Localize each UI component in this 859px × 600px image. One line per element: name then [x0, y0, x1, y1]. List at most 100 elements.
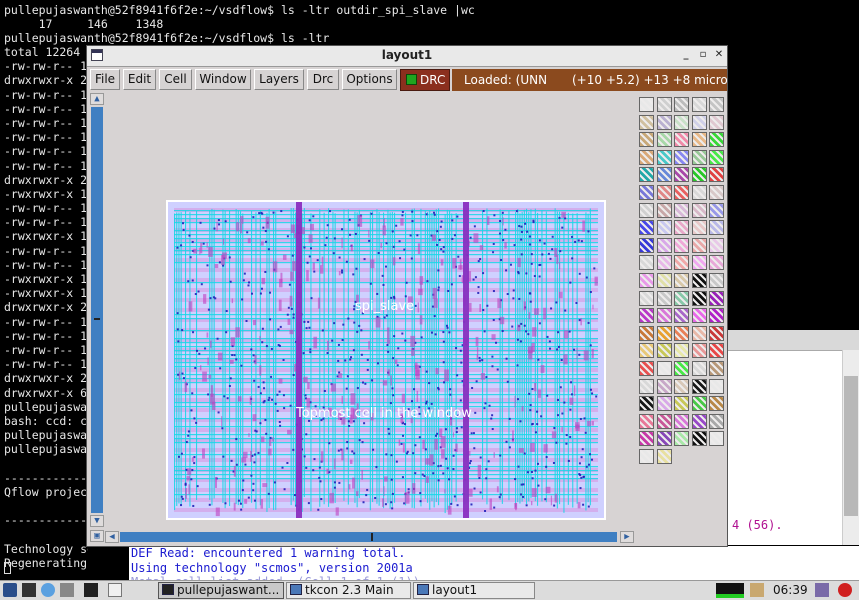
- layer-swatch[interactable]: [691, 308, 707, 324]
- layer-swatch[interactable]: [639, 361, 654, 376]
- layer-swatch[interactable]: [691, 290, 707, 306]
- layer-swatch[interactable]: [656, 237, 672, 253]
- layer-swatch[interactable]: [656, 185, 672, 200]
- layer-swatch[interactable]: [709, 185, 724, 200]
- layer-swatch[interactable]: [691, 431, 707, 447]
- layer-swatch[interactable]: [674, 132, 689, 148]
- file-manager-icon[interactable]: [60, 583, 74, 597]
- layer-swatch[interactable]: [674, 308, 689, 324]
- layer-swatch[interactable]: [639, 97, 654, 112]
- layer-swatch[interactable]: [709, 325, 724, 341]
- layer-swatch[interactable]: [709, 396, 724, 412]
- layer-swatch[interactable]: [674, 237, 689, 253]
- background-window-titlebar[interactable]: [728, 330, 859, 351]
- layer-swatch[interactable]: [656, 343, 672, 359]
- layer-swatch[interactable]: [691, 185, 707, 200]
- layer-swatch[interactable]: [639, 114, 654, 130]
- layer-swatch[interactable]: [639, 449, 654, 464]
- layout-canvas[interactable]: spi_slave Topmost cell in the window: [105, 93, 637, 530]
- scroll-right-arrow-icon[interactable]: ▶: [620, 531, 634, 543]
- layer-swatch[interactable]: [691, 361, 707, 376]
- show-desktop-icon[interactable]: [22, 583, 36, 597]
- vertical-scroll-track[interactable]: [91, 107, 103, 513]
- layer-swatch[interactable]: [674, 255, 689, 271]
- zoom-box-icon[interactable]: ▣: [90, 530, 104, 542]
- tkcon-console[interactable]: DEF Read: encountered 1 warning total. U…: [129, 546, 859, 589]
- layer-swatch[interactable]: [674, 343, 689, 359]
- layer-swatch[interactable]: [674, 149, 689, 165]
- layer-swatch[interactable]: [639, 431, 654, 447]
- layer-swatch[interactable]: [656, 361, 672, 376]
- layer-swatch[interactable]: [639, 413, 654, 429]
- menu-edit[interactable]: Edit: [123, 69, 156, 90]
- layer-swatch[interactable]: [656, 273, 672, 288]
- maximize-button[interactable]: ▫: [696, 48, 710, 62]
- layer-swatch[interactable]: [674, 290, 689, 306]
- layer-swatch[interactable]: [656, 378, 672, 394]
- browser-icon[interactable]: [41, 583, 55, 597]
- power-icon[interactable]: [838, 583, 852, 597]
- layer-swatch[interactable]: [691, 167, 707, 183]
- vertical-scrollbar[interactable]: ▲ ▼ ▣: [89, 93, 105, 542]
- layer-swatch[interactable]: [691, 413, 707, 429]
- layer-swatch[interactable]: [639, 167, 654, 183]
- start-menu-icon[interactable]: [3, 583, 17, 597]
- layer-swatch[interactable]: [674, 413, 689, 429]
- taskbar-tkcon[interactable]: tkcon 2.3 Main: [286, 582, 411, 599]
- layer-swatch[interactable]: [709, 220, 724, 236]
- layer-swatch[interactable]: [656, 149, 672, 165]
- background-window-scrollbar[interactable]: [842, 350, 859, 545]
- user-icon[interactable]: [815, 583, 829, 597]
- layer-swatch[interactable]: [709, 361, 724, 376]
- minimize-button[interactable]: _: [679, 48, 693, 62]
- layer-swatch[interactable]: [709, 308, 724, 324]
- layer-swatch[interactable]: [639, 273, 654, 288]
- layer-swatch[interactable]: [639, 255, 654, 271]
- layer-swatch[interactable]: [709, 273, 724, 288]
- layer-swatch[interactable]: [709, 167, 724, 183]
- layer-swatch[interactable]: [709, 237, 724, 253]
- menu-options[interactable]: Options: [342, 69, 397, 90]
- scroll-down-arrow-icon[interactable]: ▼: [90, 515, 104, 527]
- layer-swatch[interactable]: [639, 220, 654, 236]
- layer-swatch[interactable]: [691, 220, 707, 236]
- layer-swatch[interactable]: [691, 149, 707, 165]
- layer-swatch[interactable]: [656, 132, 672, 148]
- clipboard-icon[interactable]: [750, 583, 764, 597]
- layer-swatch[interactable]: [674, 97, 689, 112]
- layer-swatch[interactable]: [674, 167, 689, 183]
- layer-swatch[interactable]: [656, 325, 672, 341]
- layer-swatch[interactable]: [639, 149, 654, 165]
- layer-palette[interactable]: [637, 93, 727, 546]
- layer-swatch[interactable]: [656, 396, 672, 412]
- layer-swatch[interactable]: [656, 431, 672, 447]
- layer-swatch[interactable]: [674, 220, 689, 236]
- layer-swatch[interactable]: [709, 255, 724, 271]
- layer-swatch[interactable]: [639, 343, 654, 359]
- scroll-up-arrow-icon[interactable]: ▲: [90, 93, 104, 105]
- layer-swatch[interactable]: [656, 255, 672, 271]
- horizontal-scroll-track[interactable]: [120, 532, 617, 542]
- layer-swatch[interactable]: [656, 220, 672, 236]
- layer-swatch[interactable]: [709, 343, 724, 359]
- layer-swatch[interactable]: [656, 97, 672, 112]
- layer-swatch[interactable]: [656, 413, 672, 429]
- layer-swatch[interactable]: [709, 378, 724, 394]
- layer-swatch[interactable]: [639, 132, 654, 148]
- layer-swatch[interactable]: [691, 396, 707, 412]
- cell-layout-box[interactable]: spi_slave Topmost cell in the window: [166, 200, 606, 520]
- layer-swatch[interactable]: [709, 132, 724, 148]
- menu-layers[interactable]: Layers: [254, 69, 304, 90]
- layer-swatch[interactable]: [674, 431, 689, 447]
- layer-swatch[interactable]: [639, 308, 654, 324]
- layer-swatch[interactable]: [691, 132, 707, 148]
- layer-swatch[interactable]: [639, 378, 654, 394]
- menu-file[interactable]: File: [90, 69, 120, 90]
- layer-swatch[interactable]: [691, 202, 707, 218]
- menu-window[interactable]: Window: [195, 69, 251, 90]
- drc-status-button[interactable]: DRC: [400, 69, 450, 91]
- background-window[interactable]: 4 (56).: [728, 330, 859, 545]
- layer-swatch[interactable]: [674, 202, 689, 218]
- layer-swatch[interactable]: [656, 114, 672, 130]
- clock[interactable]: 06:39: [773, 583, 808, 597]
